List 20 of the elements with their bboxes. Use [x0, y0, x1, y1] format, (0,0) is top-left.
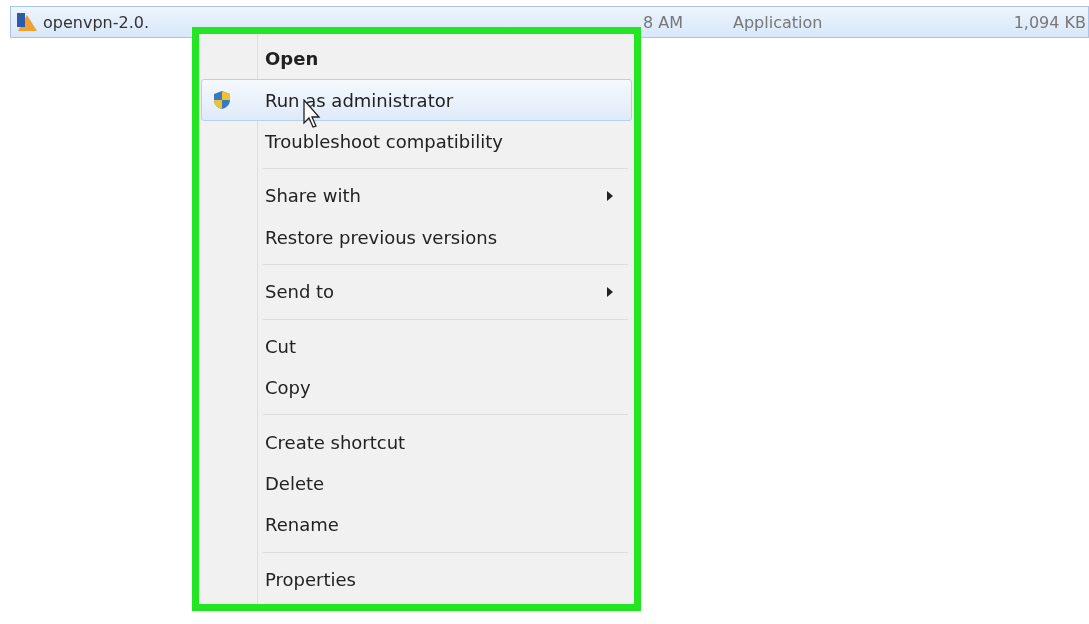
menu-item[interactable]: Properties: [201, 558, 632, 600]
shield-icon: [212, 90, 232, 111]
date-modified: 8 AM: [643, 12, 684, 32]
mouse-pointer-icon: [303, 99, 323, 129]
menu-item[interactable]: Create shortcut: [201, 421, 632, 463]
submenu-arrow-icon: [607, 190, 613, 201]
menu-item[interactable]: Rename: [201, 504, 632, 546]
menu-item[interactable]: Share with: [201, 175, 632, 217]
menu-item[interactable]: Troubleshoot compatibility: [201, 120, 632, 163]
submenu-arrow-icon: [607, 286, 613, 297]
menu-item[interactable]: Copy: [201, 366, 632, 409]
menu-item[interactable]: Send to: [201, 271, 632, 313]
file-size: 1,094 KB: [1013, 12, 1086, 32]
menu-item[interactable]: Restore previous versions: [201, 216, 632, 259]
menu-item[interactable]: Delete: [201, 462, 632, 505]
file-type: Application: [733, 12, 824, 32]
application-icon: [15, 11, 39, 33]
file-name: openvpn-2.0.: [43, 12, 150, 32]
menu-item[interactable]: Open: [201, 38, 632, 80]
menu-item[interactable]: Cut: [201, 325, 632, 367]
